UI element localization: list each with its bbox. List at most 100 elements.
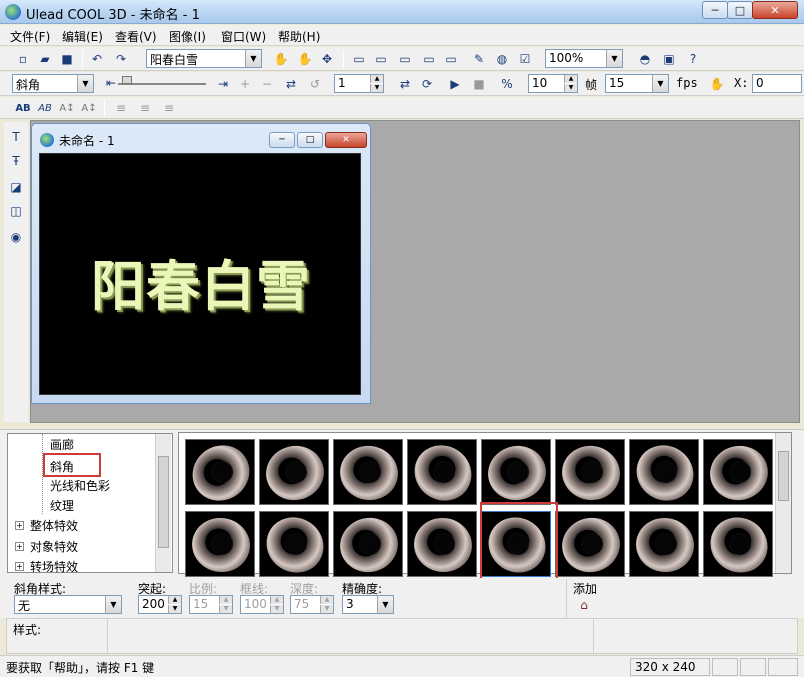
text-combo[interactable]: 阳春白雪 ▼ xyxy=(146,49,262,68)
hand-tool-icon[interactable]: ✋ xyxy=(272,50,290,68)
spin-up-icon[interactable]: ▲ xyxy=(219,596,232,604)
help-pointer-icon[interactable]: ? xyxy=(684,50,702,68)
play-icon[interactable]: ▶ xyxy=(446,75,464,93)
spin-up-icon[interactable]: ▲ xyxy=(270,596,283,604)
zoom-combo[interactable]: 100% ▼ xyxy=(545,49,623,68)
spin-down-icon[interactable]: ▼ xyxy=(219,605,232,613)
tree-item-light-color[interactable]: 光线和色彩 xyxy=(50,477,110,494)
spin-down-icon[interactable]: ▼ xyxy=(270,605,283,613)
menu-view[interactable]: 查看(V) xyxy=(115,28,157,45)
tree-item-gallery[interactable]: 画廊 xyxy=(50,436,74,453)
layer-icon[interactable]: ▭ xyxy=(396,50,414,68)
layer-icon[interactable]: ▭ xyxy=(442,50,460,68)
spin-up-icon[interactable]: ▲ xyxy=(370,75,383,83)
bevel-thumbnail[interactable] xyxy=(703,511,773,577)
doc-maximize-button[interactable]: □ xyxy=(297,132,323,148)
tree-item-object-effects[interactable]: 对象特效 xyxy=(30,538,78,555)
bevel-thumbnail[interactable] xyxy=(407,511,477,577)
remove-keyframe-icon[interactable]: − xyxy=(258,75,276,93)
spin-down-icon[interactable]: ▼ xyxy=(370,84,383,92)
stop-icon[interactable]: ■ xyxy=(470,75,488,93)
chevron-down-icon[interactable]: ▼ xyxy=(606,50,622,67)
maximize-button[interactable]: □ xyxy=(727,1,753,19)
spin-up-icon[interactable]: ▲ xyxy=(168,596,181,604)
menu-help[interactable]: 帮助(H) xyxy=(278,28,320,45)
chevron-down-icon[interactable]: ▼ xyxy=(652,75,668,92)
chevron-down-icon[interactable]: ▼ xyxy=(77,75,93,92)
menu-image[interactable]: 图像(I) xyxy=(169,28,206,45)
pingpong-icon[interactable]: ⇄ xyxy=(396,75,414,93)
edit-graphic-icon[interactable]: ◫ xyxy=(7,202,25,220)
doc-close-button[interactable]: ✕ xyxy=(325,132,367,148)
canvas-3d-text[interactable]: 阳春白雪 xyxy=(40,242,362,321)
close-button[interactable]: ✕ xyxy=(752,1,798,19)
layer-icon[interactable]: ▭ xyxy=(420,50,438,68)
bevel-thumbnail[interactable] xyxy=(185,439,255,505)
tree-scrollbar[interactable] xyxy=(155,434,171,572)
fps-combo[interactable]: 15 ▼ xyxy=(605,74,669,93)
bevel-thumbnail[interactable] xyxy=(185,511,255,577)
line-spacing-icon[interactable]: A↕ xyxy=(80,99,98,117)
bevel-thumbnail[interactable] xyxy=(629,439,699,505)
add-keyframe-icon[interactable]: + xyxy=(236,75,254,93)
reverse-icon[interactable]: ⇄ xyxy=(282,75,300,93)
open-folder-icon[interactable]: ▰ xyxy=(36,50,54,68)
undo-icon[interactable]: ↶ xyxy=(88,50,106,68)
precision-combo[interactable]: 3 ▼ xyxy=(342,595,394,614)
bevel-thumbnail[interactable] xyxy=(555,439,625,505)
repeat-icon[interactable]: ⟳ xyxy=(418,75,436,93)
edit-text-icon[interactable]: Ŧ xyxy=(7,152,25,170)
spin-down-icon[interactable]: ▼ xyxy=(564,84,577,92)
expand-icon[interactable]: + xyxy=(15,521,24,530)
scale-spinner[interactable]: 15 ▲ ▼ xyxy=(189,595,233,614)
slider-thumb[interactable] xyxy=(122,76,132,84)
bevel-thumbnail[interactable] xyxy=(629,511,699,577)
scroll-thumb[interactable] xyxy=(778,451,789,501)
gallery-scrollbar[interactable] xyxy=(775,433,791,573)
tree-item-global-effects[interactable]: 整体特效 xyxy=(30,517,78,534)
x-input[interactable]: 0 xyxy=(752,74,802,93)
menu-file[interactable]: 文件(F) xyxy=(10,28,50,45)
italic-text-icon[interactable]: AB xyxy=(36,99,54,117)
expand-icon[interactable]: + xyxy=(15,542,24,551)
spin-up-icon[interactable]: ▲ xyxy=(320,596,333,604)
size-tool-icon[interactable]: ✥ xyxy=(318,50,336,68)
spin-down-icon[interactable]: ▼ xyxy=(168,605,181,613)
insert-graphic-icon[interactable]: ◪ xyxy=(7,178,25,196)
new-file-icon[interactable]: ▫ xyxy=(14,50,32,68)
document-window[interactable]: 未命名 - 1 ─ □ ✕ 阳春白雪 xyxy=(31,123,371,404)
move-icon[interactable]: ✋ xyxy=(708,75,726,93)
save-icon[interactable]: ■ xyxy=(58,50,76,68)
align-right-icon[interactable]: ≡ xyxy=(160,99,178,117)
object-combo[interactable]: 斜角 ▼ xyxy=(12,74,94,93)
char-spacing-icon[interactable]: A↕ xyxy=(58,99,76,117)
app-icon[interactable] xyxy=(5,4,21,20)
bevel-thumbnail[interactable] xyxy=(407,439,477,505)
frames-spinner[interactable]: 10 ▲ ▼ xyxy=(528,74,578,93)
insert-text-icon[interactable]: T xyxy=(7,128,25,146)
bevel-thumbnail[interactable] xyxy=(703,439,773,505)
chevron-down-icon[interactable]: ▼ xyxy=(105,596,121,613)
bevel-thumbnail[interactable] xyxy=(481,439,551,505)
loop-icon[interactable]: ↺ xyxy=(306,75,324,93)
bevel-thumbnail[interactable] xyxy=(259,511,329,577)
layer-icon[interactable]: ▭ xyxy=(350,50,368,68)
doc-minimize-button[interactable]: ─ xyxy=(269,132,295,148)
chevron-down-icon[interactable]: ▼ xyxy=(245,50,261,67)
bevel-style-combo[interactable]: 无 ▼ xyxy=(14,595,122,614)
spin-up-icon[interactable]: ▲ xyxy=(564,75,577,83)
bold-text-icon[interactable]: AB xyxy=(14,99,32,117)
layer-icon[interactable]: ▭ xyxy=(372,50,390,68)
spin-down-icon[interactable]: ▼ xyxy=(320,605,333,613)
depth-spinner[interactable]: 75 ▲ ▼ xyxy=(290,595,334,614)
tree-item-transition-effects[interactable]: 转场特效 xyxy=(30,558,78,575)
bevel-thumbnail[interactable] xyxy=(555,511,625,577)
image-icon[interactable]: ▣ xyxy=(660,50,678,68)
render-canvas[interactable]: 阳春白雪 xyxy=(39,153,361,395)
object-icon[interactable]: ◓ xyxy=(636,50,654,68)
bevel-thumbnail[interactable] xyxy=(333,439,403,505)
align-left-icon[interactable]: ≡ xyxy=(112,99,130,117)
menu-edit[interactable]: 编辑(E) xyxy=(62,28,103,45)
extrude-spinner[interactable]: 200 ▲ ▼ xyxy=(138,595,182,614)
chevron-down-icon[interactable]: ▼ xyxy=(377,596,393,613)
